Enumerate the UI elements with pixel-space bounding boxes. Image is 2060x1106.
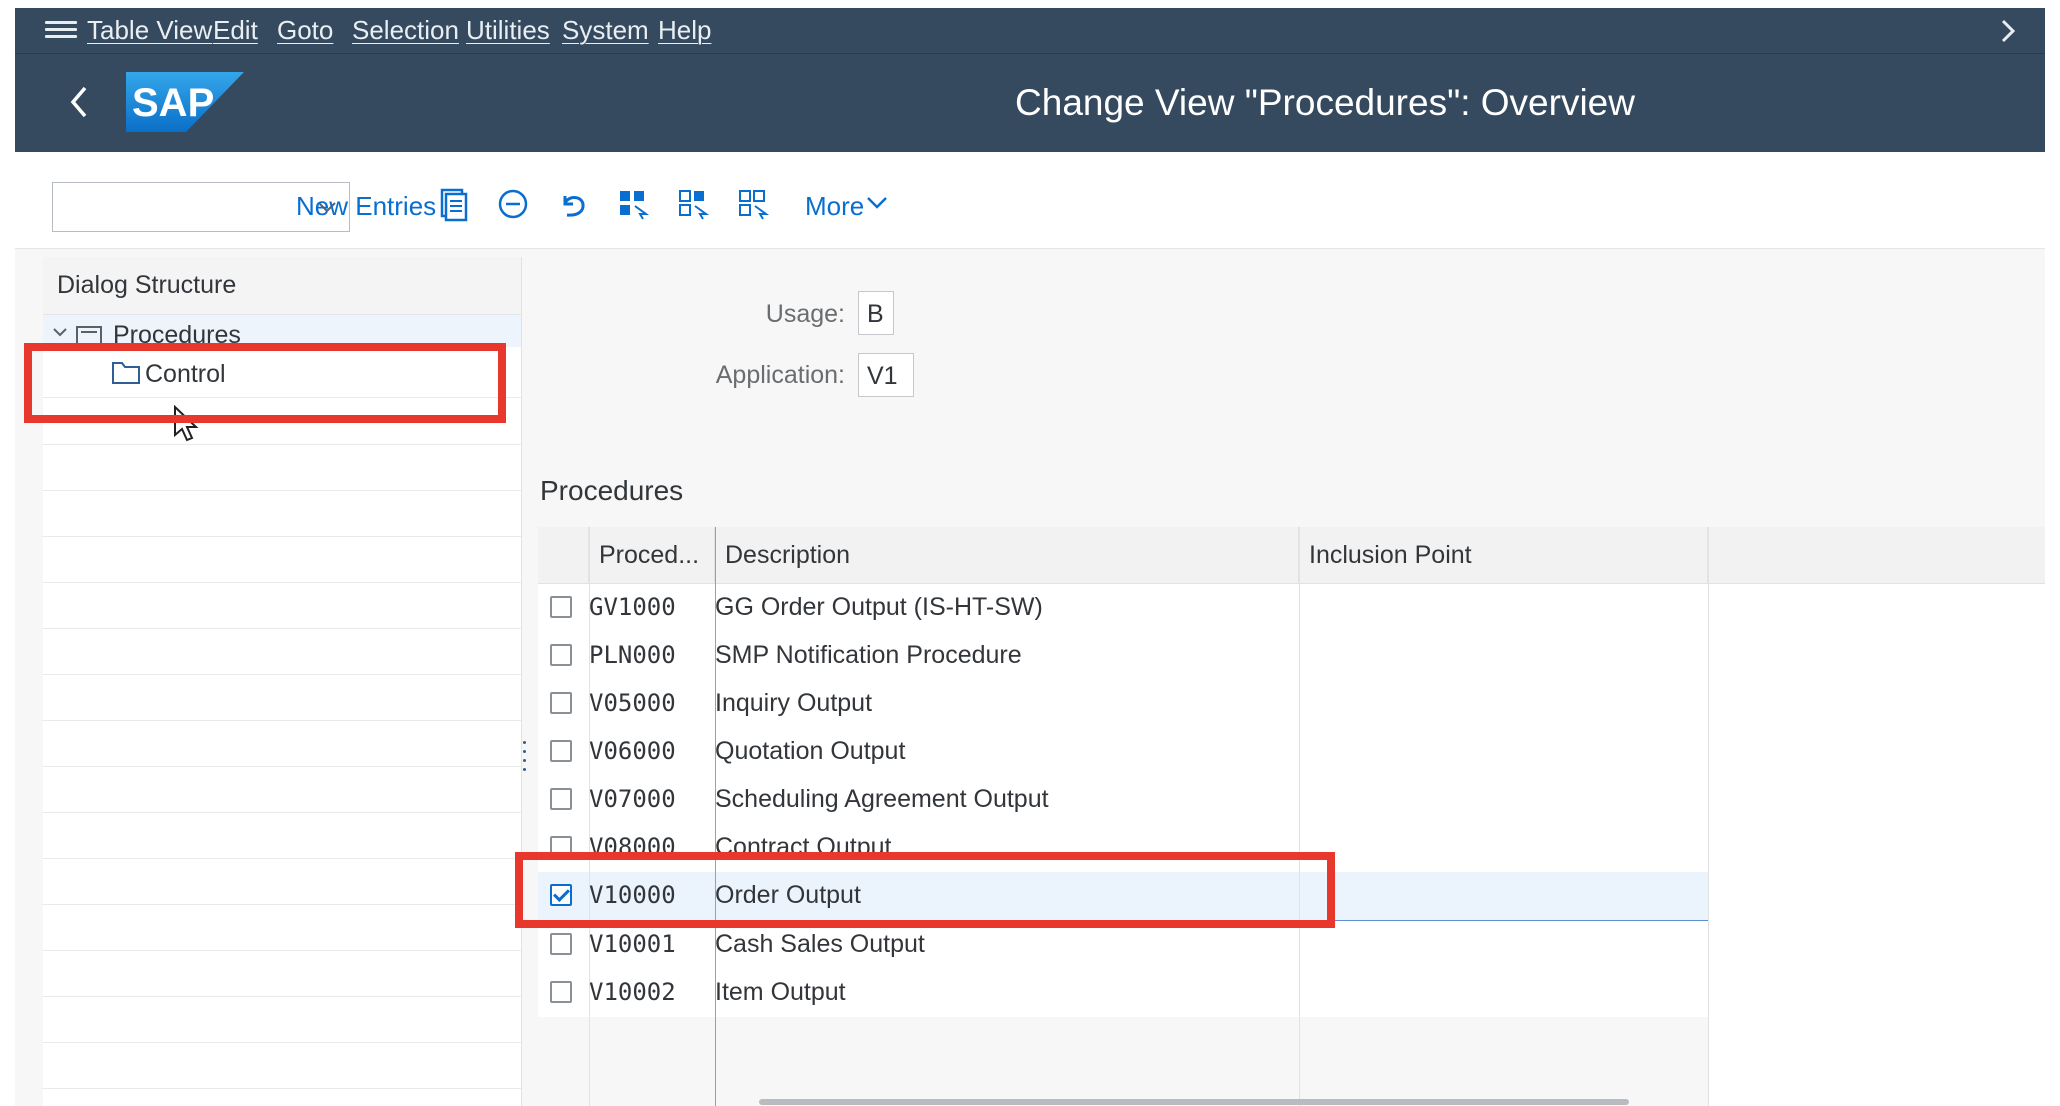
copy-as-icon[interactable]: [433, 184, 473, 224]
table-row[interactable]: V05000 Inquiry Output: [538, 680, 1708, 729]
procedure-description: Quotation Output: [715, 737, 906, 765]
column-header-description[interactable]: Description: [715, 527, 1299, 583]
horizontal-scrollbar[interactable]: [759, 1099, 1629, 1105]
sap-window: Table View Edit Goto Selection Utilities…: [15, 8, 2045, 1106]
chevron-right-icon[interactable]: [1993, 16, 2023, 46]
procedure-code: V05000: [589, 689, 676, 717]
list-item: [43, 628, 521, 675]
dialog-structure-header: Dialog Structure: [43, 257, 521, 315]
deselect-all-icon[interactable]: [733, 184, 773, 224]
shell-bar: SAP Change View "Procedures": Overview: [15, 54, 2045, 152]
undo-icon[interactable]: [553, 184, 593, 224]
procedure-code: V06000: [589, 737, 676, 765]
list-item: [43, 812, 521, 859]
table-row[interactable]: PLN000 SMP Notification Procedure: [538, 632, 1708, 681]
menu-edit[interactable]: Edit: [213, 14, 258, 46]
procedure-description: GG Order Output (IS-HT-SW): [715, 593, 1043, 621]
list-item: [43, 444, 521, 491]
table-row[interactable]: V07000 Scheduling Agreement Output: [538, 776, 1708, 825]
procedure-description: Cash Sales Output: [715, 930, 925, 958]
usage-label: Usage:: [765, 300, 845, 328]
highlight-box-order-output: [515, 852, 1335, 928]
row-checkbox[interactable]: [550, 740, 572, 762]
procedure-description: SMP Notification Procedure: [715, 641, 1022, 669]
application-toolbar: New Entries More: [15, 152, 2045, 249]
list-item: [43, 674, 521, 721]
empty-table-row: [538, 1017, 1708, 1066]
row-checkbox[interactable]: [550, 596, 572, 618]
procedures-table: Proced... Description Inclusion Point GV…: [538, 527, 2045, 1106]
list-item: [43, 858, 521, 905]
procedure-code: V07000: [589, 785, 676, 813]
list-item: [43, 582, 521, 629]
more-chevron-down-icon[interactable]: [863, 188, 891, 216]
svg-text:SAP: SAP: [132, 81, 214, 125]
menu-goto[interactable]: Goto: [277, 14, 333, 46]
procedure-code: PLN000: [589, 641, 676, 669]
list-item: [43, 720, 521, 767]
hamburger-menu-icon[interactable]: [45, 18, 77, 42]
delete-minus-icon[interactable]: [493, 184, 533, 224]
row-checkbox[interactable]: [550, 933, 572, 955]
select-block-icon[interactable]: [673, 184, 713, 224]
usage-field[interactable]: B: [858, 291, 894, 335]
list-item: [43, 490, 521, 537]
back-arrow-icon[interactable]: [61, 82, 101, 122]
dialog-structure-title: Dialog Structure: [57, 271, 237, 299]
row-checkbox[interactable]: [550, 788, 572, 810]
table-row[interactable]: GV1000 GG Order Output (IS-HT-SW): [538, 584, 1708, 633]
column-header-procedure[interactable]: Proced...: [589, 527, 715, 583]
menu-bar: Table View Edit Goto Selection Utilities…: [15, 8, 2045, 54]
list-item: [43, 950, 521, 997]
application-label: Application:: [715, 361, 845, 389]
column-divider: [1708, 527, 1709, 1106]
list-item: [43, 1042, 521, 1089]
row-checkbox[interactable]: [550, 644, 572, 666]
list-item: [43, 766, 521, 813]
sap-logo: SAP: [126, 72, 244, 132]
select-all-icon[interactable]: [613, 184, 653, 224]
table-row[interactable]: V10001 Cash Sales Output: [538, 921, 1708, 970]
column-divider: [715, 527, 716, 1106]
table-row[interactable]: V10002 Item Output: [538, 969, 1708, 1018]
procedure-code: GV1000: [589, 593, 676, 621]
highlight-box-control: [24, 343, 506, 423]
procedure-description: Scheduling Agreement Output: [715, 785, 1049, 813]
menu-utilities[interactable]: Utilities: [466, 14, 550, 46]
menu-table-view[interactable]: Table View: [87, 14, 212, 46]
table-row[interactable]: V06000 Quotation Output: [538, 728, 1708, 777]
tree-expand-icon[interactable]: [51, 323, 69, 341]
procedure-description: Item Output: [715, 978, 846, 1006]
list-item: [43, 996, 521, 1043]
list-item: [43, 536, 521, 583]
column-divider: [589, 527, 590, 1106]
new-entries-button[interactable]: New Entries: [296, 188, 436, 224]
table-header: Proced... Description Inclusion Point: [538, 527, 2045, 584]
more-button[interactable]: More: [805, 188, 864, 224]
procedure-code: V10002: [589, 978, 676, 1006]
row-checkbox[interactable]: [550, 981, 572, 1003]
menu-help[interactable]: Help: [658, 14, 711, 46]
panel-splitter[interactable]: [523, 741, 527, 775]
list-item: [43, 904, 521, 951]
menu-selection[interactable]: Selection: [352, 14, 459, 46]
column-divider: [1299, 527, 1300, 1106]
application-field[interactable]: V1: [858, 353, 914, 397]
procedure-description: Inquiry Output: [715, 689, 873, 717]
column-header-inclusion-point[interactable]: Inclusion Point: [1299, 527, 1708, 583]
select-all-column[interactable]: [538, 527, 589, 583]
menu-system[interactable]: System: [562, 14, 649, 46]
procedure-code: V10001: [589, 930, 676, 958]
page-title: Change View "Procedures": Overview: [1015, 82, 1635, 123]
row-checkbox[interactable]: [550, 692, 572, 714]
procedures-section-title: Procedures: [540, 475, 684, 506]
